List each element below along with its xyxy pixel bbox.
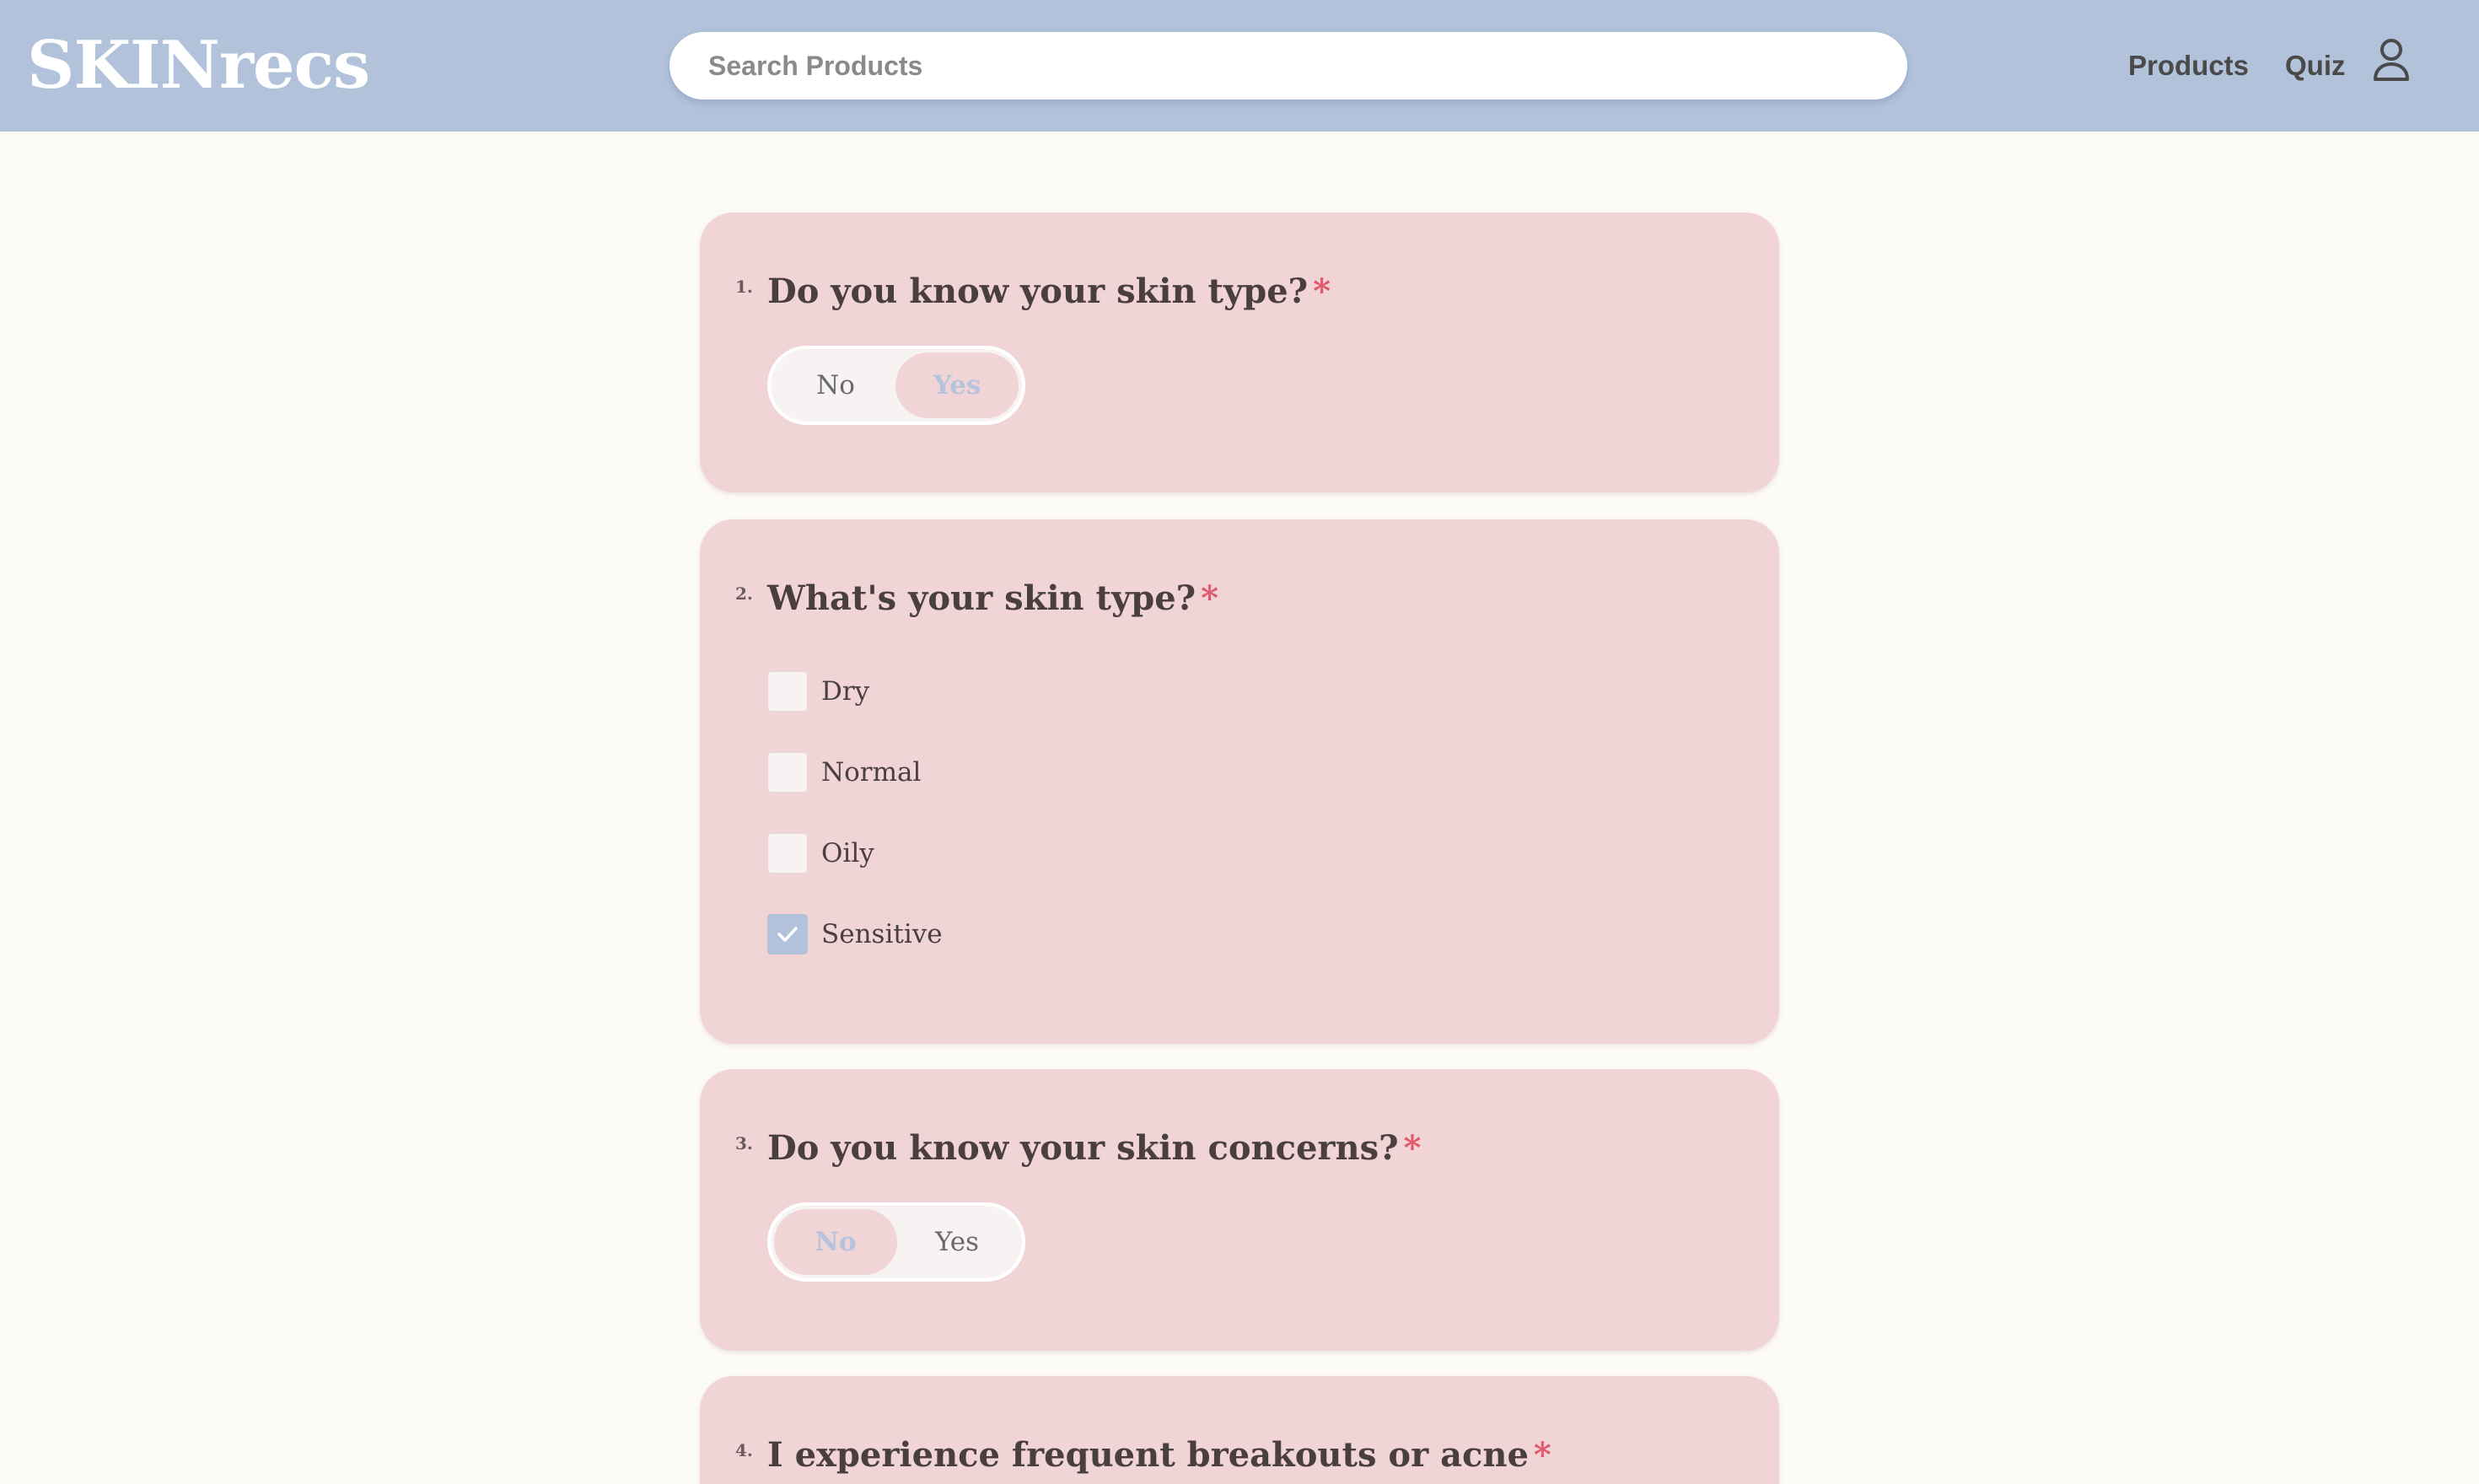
checkbox-label: Oily	[821, 838, 874, 868]
checkbox-label: Dry	[821, 676, 870, 707]
question-text: Do you know your skin concerns?	[767, 1128, 1399, 1168]
question-number: 2.	[735, 583, 753, 604]
nav-link-products[interactable]: Products	[2128, 44, 2249, 88]
checkbox-option-oily[interactable]: Oily	[767, 833, 874, 874]
checkbox-option-dry[interactable]: Dry	[767, 671, 869, 712]
required-indicator: *	[1533, 1435, 1551, 1475]
required-indicator: *	[1313, 272, 1331, 311]
yes-no-toggle: No Yes	[767, 1202, 1025, 1282]
question-card-2: 2. What's your skin type? * Dry Normal Oi…	[700, 519, 1779, 1044]
checkmark-icon	[777, 927, 798, 942]
toggle-option-yes[interactable]: Yes	[895, 1209, 1019, 1275]
question-title: What's your skin type? *	[767, 575, 1218, 622]
required-indicator: *	[1201, 578, 1219, 618]
checkbox-checked[interactable]	[767, 914, 808, 954]
search-input[interactable]	[669, 32, 1907, 99]
logo[interactable]: SKINrecs	[27, 27, 370, 105]
toggle-option-no[interactable]: No	[774, 352, 897, 418]
user-icon[interactable]	[2371, 37, 2412, 84]
checkbox[interactable]	[767, 671, 808, 712]
question-title: I experience frequent breakouts or acne *	[767, 1432, 1551, 1479]
question-number: 1.	[735, 277, 753, 297]
question-title: Do you know your skin concerns? *	[767, 1125, 1421, 1172]
required-indicator: *	[1403, 1128, 1422, 1168]
nav-link-quiz[interactable]: Quiz	[2285, 44, 2346, 88]
question-card-1: 1. Do you know your skin type? * No Yes	[700, 212, 1779, 492]
question-card-3: 3. Do you know your skin concerns? * No Y…	[700, 1069, 1779, 1351]
question-card-4: 4. I experience frequent breakouts or ac…	[700, 1376, 1779, 1484]
checkbox-label: Sensitive	[821, 919, 943, 949]
question-text: Do you know your skin type?	[767, 272, 1309, 311]
toggle-option-no[interactable]: No	[774, 1209, 897, 1275]
question-number: 3.	[735, 1133, 753, 1153]
toggle-option-yes[interactable]: Yes	[895, 352, 1019, 418]
question-text: I experience frequent breakouts or acne	[767, 1435, 1529, 1475]
question-title: Do you know your skin type? *	[767, 268, 1331, 315]
checkbox-option-sensitive[interactable]: Sensitive	[767, 914, 943, 954]
question-number: 4.	[735, 1440, 753, 1460]
question-text: What's your skin type?	[767, 578, 1196, 618]
checkbox-label: Normal	[821, 757, 922, 788]
checkbox[interactable]	[767, 752, 808, 793]
checkbox-option-normal[interactable]: Normal	[767, 752, 921, 793]
checkbox[interactable]	[767, 833, 808, 874]
yes-no-toggle: No Yes	[767, 346, 1025, 425]
top-navbar: SKINrecs Products Quiz	[0, 0, 2479, 132]
